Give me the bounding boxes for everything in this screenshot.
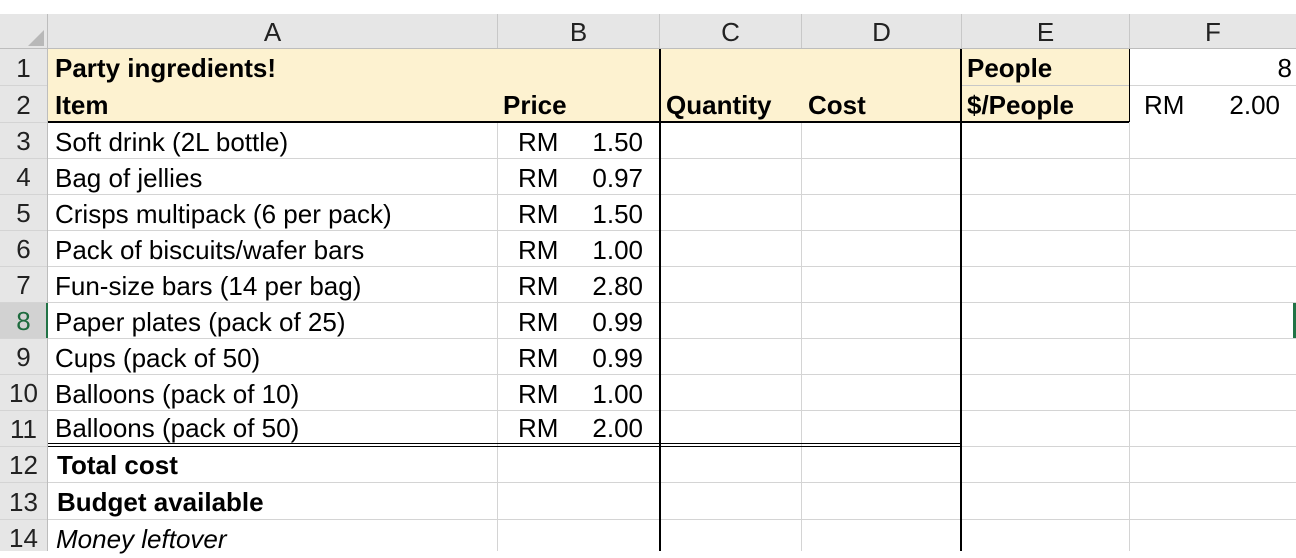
item-name-cell[interactable]: Cups (pack of 50): [55, 339, 260, 375]
item-price-cell[interactable]: RM 2.80: [498, 267, 659, 303]
people-value: 8: [1277, 53, 1292, 83]
item-price-value: 1.50: [592, 199, 643, 229]
item-price-cell[interactable]: RM 2.00: [498, 409, 659, 445]
item-name-cell[interactable]: Bag of jellies: [55, 159, 202, 195]
item-name-cell[interactable]: Balloons (pack of 10): [55, 375, 299, 411]
item-price-cell[interactable]: RM 1.00: [498, 231, 659, 267]
per-people-currency: RM: [1144, 90, 1185, 120]
item-price-currency: RM: [518, 127, 559, 157]
item-price-value: 1.00: [592, 379, 643, 409]
per-people-value: 2.00: [1229, 90, 1280, 120]
item-price-cell[interactable]: RM 0.99: [498, 339, 659, 375]
total-cost-label[interactable]: Total cost: [57, 446, 178, 482]
selected-row-marker-left: [46, 303, 48, 338]
item-name-cell[interactable]: Balloons (pack of 50): [55, 409, 299, 445]
item-price-currency: RM: [518, 235, 559, 265]
per-people-label-cell[interactable]: $/People: [967, 86, 1074, 122]
cost-header-cell[interactable]: Cost: [808, 86, 866, 122]
item-price-cell[interactable]: RM 1.00: [498, 375, 659, 411]
item-price-currency: RM: [518, 163, 559, 193]
item-price-cell[interactable]: RM 1.50: [498, 123, 659, 159]
item-price-currency: RM: [518, 413, 559, 443]
item-price-currency: RM: [518, 199, 559, 229]
title-cell[interactable]: Party ingredients!: [55, 49, 276, 85]
item-price-cell[interactable]: RM 1.50: [498, 195, 659, 231]
people-value-cell[interactable]: 8: [1130, 49, 1296, 85]
item-price-currency: RM: [518, 343, 559, 373]
item-name-cell[interactable]: Soft drink (2L bottle): [55, 123, 288, 159]
item-price-value: 0.99: [592, 307, 643, 337]
item-price-value: 1.00: [592, 235, 643, 265]
item-price-value: 0.97: [592, 163, 643, 193]
item-name-cell[interactable]: Fun-size bars (14 per bag): [55, 267, 361, 303]
item-price-cell[interactable]: RM 0.97: [498, 159, 659, 195]
item-price-value: 2.00: [592, 413, 643, 443]
item-price-value: 0.99: [592, 343, 643, 373]
price-header-cell[interactable]: Price: [503, 86, 567, 122]
budget-available-label[interactable]: Budget available: [57, 483, 264, 519]
item-price-value: 1.50: [592, 127, 643, 157]
people-label-cell[interactable]: People: [967, 49, 1052, 85]
item-price-currency: RM: [518, 307, 559, 337]
item-price-cell[interactable]: RM 0.99: [498, 303, 659, 339]
item-name-cell[interactable]: Crisps multipack (6 per pack): [55, 195, 392, 231]
item-header-cell[interactable]: Item: [55, 86, 108, 122]
quantity-header-cell[interactable]: Quantity: [666, 86, 771, 122]
item-name-cell[interactable]: Paper plates (pack of 25): [55, 303, 346, 339]
item-price-currency: RM: [518, 379, 559, 409]
per-people-value-cell[interactable]: RM 2.00: [1130, 86, 1296, 122]
item-name-cell[interactable]: Pack of biscuits/wafer bars: [55, 231, 364, 267]
item-price-value: 2.80: [592, 271, 643, 301]
item-price-currency: RM: [518, 271, 559, 301]
